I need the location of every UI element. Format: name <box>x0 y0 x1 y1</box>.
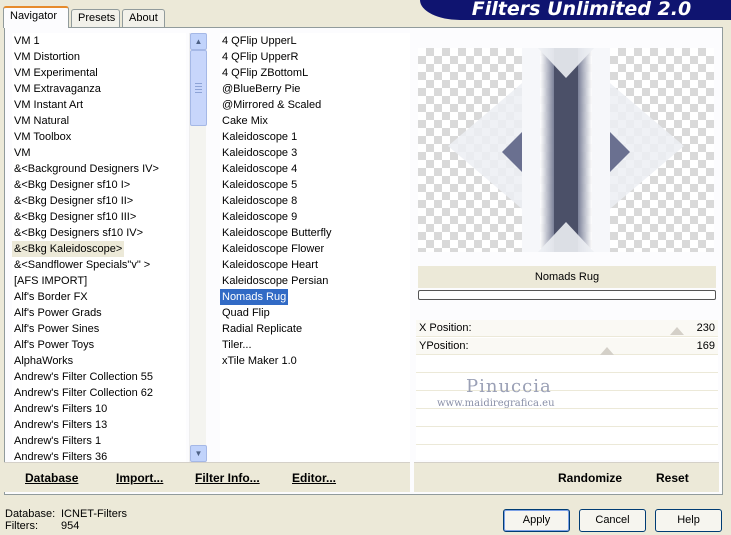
database-label: Database: <box>5 508 56 520</box>
filter-item[interactable]: Tiler... <box>220 337 410 353</box>
category-item[interactable]: VM Distortion <box>12 49 186 65</box>
filters-count-value: 954 <box>61 520 80 532</box>
filter-item[interactable]: Kaleidoscope 8 <box>220 193 410 209</box>
category-list[interactable]: VM 1 VM Distortion VM Experimental VM Extra… <box>12 33 186 463</box>
filter-item[interactable]: 4 QFlip ZBottomL <box>220 65 410 81</box>
slider-thumb-x[interactable] <box>670 327 684 335</box>
category-item[interactable]: Alf's Power Sines <box>12 321 186 337</box>
category-item[interactable]: VM 1 <box>12 33 186 49</box>
category-item[interactable]: Andrew's Filters 36 <box>12 449 186 463</box>
filter-item[interactable]: Kaleidoscope 5 <box>220 177 410 193</box>
filter-item[interactable]: Kaleidoscope Heart <box>220 257 410 273</box>
filter-item[interactable]: 4 QFlip UpperR <box>220 49 410 65</box>
tab-presets[interactable]: Presets <box>71 9 120 28</box>
filter-item[interactable]: 4 QFlip UpperL <box>220 33 410 49</box>
category-item[interactable]: VM Toolbox <box>12 129 186 145</box>
scroll-thumb[interactable] <box>190 50 207 126</box>
param-label: YPosition: <box>419 340 469 352</box>
filter-item[interactable]: Quad Flip <box>220 305 410 321</box>
param-value: 230 <box>696 322 715 334</box>
category-item[interactable]: &<Bkg Designer sf10 I> <box>12 177 186 193</box>
editor-button[interactable]: Editor... <box>292 471 336 485</box>
app-title-banner: Filters Unlimited 2.0 <box>420 0 731 20</box>
database-button[interactable]: Database <box>25 471 78 485</box>
preview-toolbar: Randomize Reset <box>414 462 719 492</box>
filter-preview-image <box>418 48 714 252</box>
help-button[interactable]: Help <box>655 509 722 532</box>
randomize-button[interactable]: Randomize <box>558 471 622 485</box>
category-item[interactable]: Andrew's Filters 10 <box>12 401 186 417</box>
category-scrollbar[interactable]: ▲ ▼ <box>189 33 207 462</box>
filter-item[interactable]: Kaleidoscope Flower <box>220 241 410 257</box>
kaleidoscope-preview-art <box>448 48 684 252</box>
category-item[interactable]: VM Experimental <box>12 65 186 81</box>
param-row-y-position[interactable]: YPosition: 169 <box>416 338 718 355</box>
filter-item[interactable]: Kaleidoscope 3 <box>220 145 410 161</box>
category-item[interactable]: VM Instant Art <box>12 97 186 113</box>
filter-item[interactable]: @BlueBerry Pie <box>220 81 410 97</box>
category-item[interactable]: Andrew's Filter Collection 62 <box>12 385 186 401</box>
category-item[interactable]: &<Background Designers IV> <box>12 161 186 177</box>
filter-item[interactable]: Kaleidoscope 1 <box>220 129 410 145</box>
reset-button[interactable]: Reset <box>656 471 689 485</box>
category-item[interactable]: Andrew's Filters 1 <box>12 433 186 449</box>
param-value: 169 <box>696 340 715 352</box>
parameter-list: X Position: 230 YPosition: 169 <box>416 320 718 460</box>
category-item[interactable]: VM Natural <box>12 113 186 129</box>
database-value: ICNET-Filters <box>61 508 127 520</box>
filter-item[interactable]: Kaleidoscope Persian <box>220 273 410 289</box>
tab-navigator[interactable]: Navigator <box>3 6 69 28</box>
filter-item[interactable]: xTile Maker 1.0 <box>220 353 410 369</box>
param-label: X Position: <box>419 322 472 334</box>
category-item[interactable]: Andrew's Filter Collection 55 <box>12 369 186 385</box>
filter-item[interactable]: Cake Mix <box>220 113 410 129</box>
category-item[interactable]: &<Bkg Designers sf10 IV> <box>12 225 186 241</box>
scroll-up-button[interactable]: ▲ <box>190 33 207 50</box>
category-item[interactable]: Andrew's Filters 13 <box>12 417 186 433</box>
category-item[interactable]: &<Bkg Designer sf10 III> <box>12 209 186 225</box>
category-item[interactable]: Alf's Border FX <box>12 289 186 305</box>
slider-thumb-y[interactable] <box>600 347 614 355</box>
filter-item[interactable]: Nomads Rug <box>220 289 289 305</box>
navigator-toolbar: Database Import... Filter Info... Editor… <box>4 462 410 492</box>
cancel-button[interactable]: Cancel <box>579 509 646 532</box>
watermark-name: Pinuccia <box>466 376 552 397</box>
tab-about[interactable]: About <box>122 9 165 28</box>
filter-item[interactable]: Kaleidoscope 4 <box>220 161 410 177</box>
category-item[interactable]: Alf's Power Toys <box>12 337 186 353</box>
param-row-x-position[interactable]: X Position: 230 <box>416 320 718 337</box>
category-item[interactable]: &<Bkg Designer sf10 II> <box>12 193 186 209</box>
filter-item[interactable]: @Mirrored & Scaled <box>220 97 410 113</box>
filter-info-button[interactable]: Filter Info... <box>195 471 260 485</box>
filter-item[interactable]: Radial Replicate <box>220 321 410 337</box>
category-item[interactable]: VM Extravaganza <box>12 81 186 97</box>
filter-list[interactable]: 4 QFlip UpperL 4 QFlip UpperR 4 QFlip ZBot… <box>220 33 410 463</box>
category-item[interactable]: VM <box>12 145 186 161</box>
watermark-url: www.maidiregrafica.eu <box>437 398 555 409</box>
scroll-down-button[interactable]: ▼ <box>190 445 207 462</box>
filter-item[interactable]: Kaleidoscope Butterfly <box>220 225 410 241</box>
apply-button[interactable]: Apply <box>503 509 570 532</box>
category-item[interactable]: &<Sandflower Specials"v" > <box>12 257 186 273</box>
category-item[interactable]: &<Bkg Kaleidoscope> <box>12 241 125 257</box>
category-item[interactable]: AlphaWorks <box>12 353 186 369</box>
selected-filter-name: Nomads Rug <box>418 266 716 288</box>
filter-item[interactable]: Kaleidoscope 9 <box>220 209 410 225</box>
category-item[interactable]: [AFS IMPORT] <box>12 273 186 289</box>
import-button[interactable]: Import... <box>116 471 163 485</box>
filters-count-label: Filters: <box>5 520 38 532</box>
progress-bar <box>418 290 716 300</box>
category-item[interactable]: Alf's Power Grads <box>12 305 186 321</box>
